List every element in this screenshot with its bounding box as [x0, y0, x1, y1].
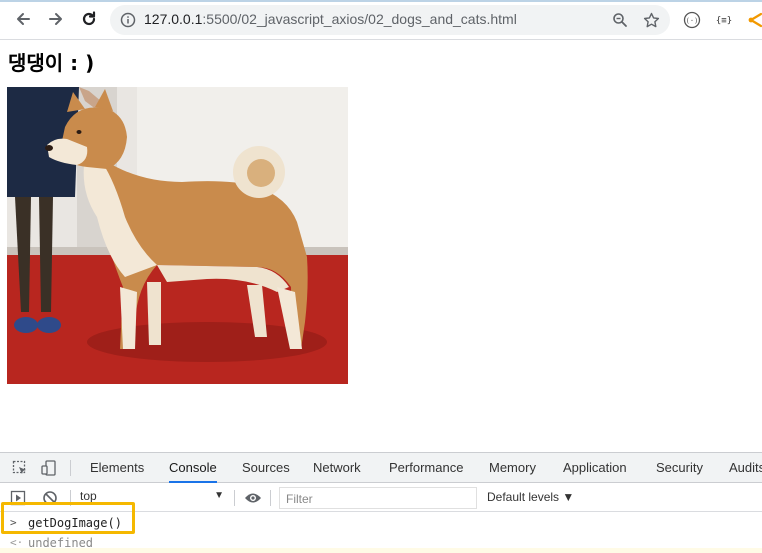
url-path: :5500/02_javascript_axios/02_dogs_and_ca…: [202, 11, 517, 27]
tab-security[interactable]: Security: [656, 453, 703, 483]
devtools-tabbar: Elements Console Sources Network Perform…: [0, 453, 762, 483]
tab-memory[interactable]: Memory: [489, 453, 536, 483]
tab-divider: [70, 460, 71, 476]
tab-sources[interactable]: Sources: [242, 453, 290, 483]
highlight-annotation: [1, 502, 135, 534]
tab-application[interactable]: Application: [563, 453, 627, 483]
page-heading: 댕댕이 : ): [8, 51, 95, 75]
extension-icon[interactable]: (·): [681, 9, 703, 31]
context-value: top: [80, 489, 97, 503]
toolbar-divider: [234, 490, 235, 506]
svg-text:{≡}: {≡}: [716, 16, 732, 26]
url-text[interactable]: 127.0.0.1:5500/02_javascript_axios/02_do…: [144, 11, 517, 27]
default-levels-dropdown[interactable]: Default levels ▼: [487, 490, 574, 504]
forward-arrow-icon: [49, 13, 62, 25]
info-icon[interactable]: [118, 10, 138, 30]
tab-network[interactable]: Network: [313, 453, 361, 483]
dog-image: [7, 87, 348, 384]
address-bar[interactable]: 127.0.0.1:5500/02_javascript_axios/02_do…: [110, 5, 670, 35]
bookmark-star-icon[interactable]: [641, 10, 661, 30]
back-button[interactable]: [12, 8, 34, 30]
zoom-icon[interactable]: [610, 10, 630, 30]
share-extension-icon[interactable]: [744, 9, 762, 31]
reload-button[interactable]: [78, 8, 100, 30]
tab-audits[interactable]: Audits: [729, 453, 762, 483]
svg-text:(·): (·): [686, 17, 699, 25]
filter-input-box[interactable]: [279, 487, 477, 509]
dropdown-arrow-icon: ▼: [214, 490, 224, 501]
tab-strip-edge: [0, 0, 762, 2]
toolbar-divider: [270, 490, 271, 506]
reload-icon: [82, 11, 96, 26]
inspect-element-icon[interactable]: [10, 459, 30, 477]
back-arrow-icon: [17, 13, 30, 25]
json-extension-icon[interactable]: {≡}: [713, 9, 735, 31]
tab-elements[interactable]: Elements: [90, 453, 144, 483]
browser-toolbar: 127.0.0.1:5500/02_javascript_axios/02_do…: [0, 0, 762, 40]
device-toolbar-icon[interactable]: [39, 459, 59, 477]
tab-console[interactable]: Console: [169, 453, 217, 483]
tab-performance[interactable]: Performance: [389, 453, 463, 483]
eye-icon[interactable]: [243, 489, 263, 507]
url-host: 127.0.0.1: [144, 11, 203, 27]
console-prompt-strip[interactable]: [0, 548, 762, 553]
forward-button[interactable]: [45, 8, 67, 30]
filter-input[interactable]: [280, 489, 476, 509]
